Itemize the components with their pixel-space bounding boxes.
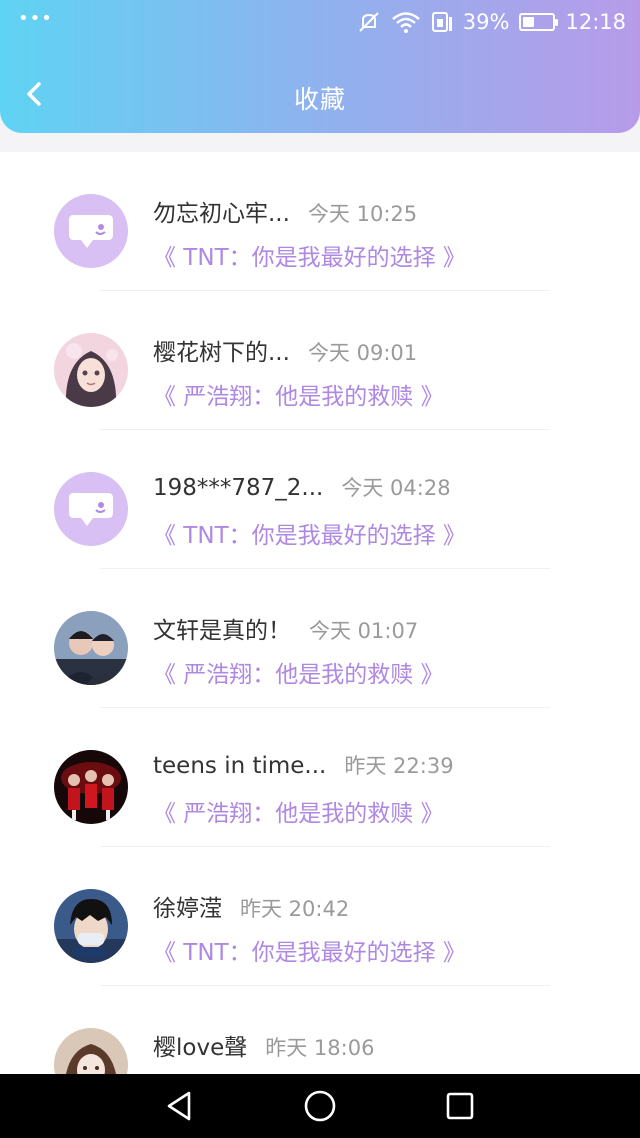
story-title[interactable]: 《 TNT：你是我最好的选择 》: [153, 933, 466, 967]
anime-girl-avatar: [54, 333, 128, 407]
user-name: 徐婷滢: [153, 896, 222, 922]
timestamp: 今天 09:01: [307, 341, 418, 365]
wifi-icon: [391, 11, 421, 33]
item-header: 勿忘初心牢... 今天 10:25: [153, 194, 417, 228]
list-item[interactable]: 198***787_2... 今天 04:28 《 TNT：你是我最好的选择 》: [0, 430, 640, 569]
clock: 12:18: [565, 10, 626, 34]
chat-bubble-icon: [69, 493, 113, 526]
list-item[interactable]: 勿忘初心牢... 今天 10:25 《 TNT：你是我最好的选择 》: [0, 152, 640, 291]
home-nav-button[interactable]: [295, 1081, 345, 1131]
timestamp: 昨天 22:39: [344, 754, 454, 778]
item-header: 文轩是真的！ 今天 01:07: [153, 611, 418, 645]
notification-dots-icon: •••: [18, 8, 53, 29]
story-title[interactable]: 《 TNT：你是我最好的选择 》: [153, 516, 466, 550]
chat-bubble-icon: [69, 215, 113, 248]
list-item[interactable]: 樱花树下的... 今天 09:01 《 严浩翔：他是我的救赎 》: [0, 291, 640, 430]
two-people-photo-avatar: [54, 611, 128, 685]
sim-icon: [431, 11, 453, 33]
battery-fill: [523, 17, 535, 27]
app-header: ••• 39% 12:18 收藏: [0, 0, 640, 133]
list-item[interactable]: 文轩是真的！ 今天 01:07 《 严浩翔：他是我的救赎 》: [0, 569, 640, 708]
story-title[interactable]: 《 严浩翔：他是我的救赎 》: [153, 794, 444, 828]
nav-bar: 收藏: [0, 62, 640, 130]
status-bar: ••• 39% 12:18: [0, 0, 640, 44]
story-title[interactable]: 《 严浩翔：他是我的救赎 》: [153, 377, 444, 411]
page-title: 收藏: [293, 85, 346, 114]
user-name: 198***787_2...: [153, 475, 324, 501]
mute-icon: [357, 10, 381, 34]
back-nav-button[interactable]: [155, 1081, 205, 1131]
timestamp: 今天 01:07: [309, 619, 419, 643]
timestamp: 今天 04:28: [341, 476, 451, 500]
circle-home-icon: [304, 1090, 336, 1122]
default-avatar: [54, 472, 128, 546]
list-item[interactable]: teens in time... 昨天 22:39 《 严浩翔：他是我的救赎 》: [0, 708, 640, 847]
timestamp: 今天 10:25: [307, 202, 418, 226]
timestamp: 昨天 18:06: [265, 1036, 375, 1060]
default-avatar: [54, 194, 128, 268]
user-name: 樱love聲: [153, 1035, 248, 1061]
square-recents-icon: [446, 1092, 474, 1120]
item-header: 樱花树下的... 今天 09:01: [153, 333, 417, 367]
item-header: 樱love聲 昨天 18:06: [153, 1028, 374, 1062]
system-navigation-bar: [0, 1074, 640, 1138]
story-title[interactable]: 《 严浩翔：他是我的救赎 》: [153, 655, 444, 689]
status-icons: 39% 12:18: [357, 8, 626, 36]
group-photo-avatar: [54, 750, 128, 824]
triangle-back-icon: [167, 1091, 191, 1121]
list-item[interactable]: 樱love聲 昨天 18:06: [0, 986, 640, 1074]
user-name: 文轩是真的！: [153, 618, 291, 644]
favorites-list: 勿忘初心牢... 今天 10:25 《 TNT：你是我最好的选择 》 樱花树下的…: [0, 152, 640, 1074]
item-header: 徐婷滢 昨天 20:42: [153, 889, 349, 923]
anime-boy-avatar: [54, 889, 128, 963]
item-header: teens in time... 昨天 22:39: [153, 750, 454, 780]
battery-icon: [519, 13, 559, 31]
recents-nav-button[interactable]: [435, 1081, 485, 1131]
item-header: 198***787_2... 今天 04:28: [153, 472, 451, 502]
user-name: teens in time...: [153, 753, 327, 779]
user-name: 勿忘初心牢...: [153, 201, 290, 227]
story-title[interactable]: 《 TNT：你是我最好的选择 》: [153, 238, 466, 272]
user-name: 樱花树下的...: [153, 340, 290, 366]
timestamp: 昨天 20:42: [240, 897, 350, 921]
anime-portrait-avatar: [54, 1028, 128, 1074]
battery-percent: 39%: [462, 10, 510, 34]
list-item[interactable]: 徐婷滢 昨天 20:42 《 TNT：你是我最好的选择 》: [0, 847, 640, 986]
